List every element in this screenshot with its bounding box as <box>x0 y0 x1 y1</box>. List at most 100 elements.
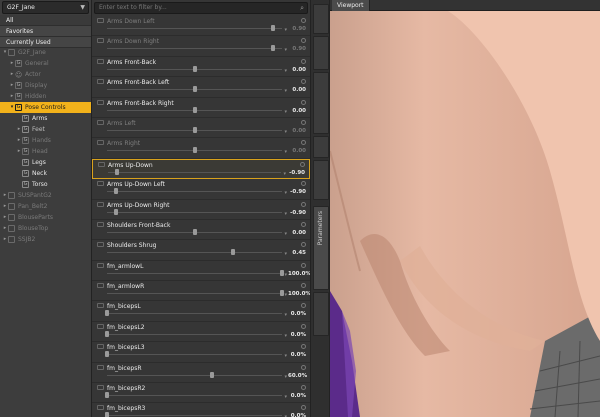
parameter-select-icon[interactable] <box>97 364 104 370</box>
parameter-slider-handle[interactable] <box>105 310 109 317</box>
parameter-slider-handle[interactable] <box>231 249 235 256</box>
parameter-slider-handle[interactable] <box>192 86 197 93</box>
parameter-settings-icon[interactable] <box>301 18 306 23</box>
parameter-select-icon[interactable] <box>97 323 104 329</box>
parameter-settings-icon[interactable] <box>301 242 306 248</box>
parameter-value-field[interactable]: 0.00 <box>288 127 306 135</box>
parameter-row[interactable]: Arms Up-Down Left ▾ -0.90 <box>92 179 310 200</box>
tab-parameters[interactable]: Parameters <box>313 206 329 290</box>
parameter-settings-icon[interactable] <box>301 38 306 44</box>
parameter-slider-handle[interactable] <box>192 147 197 154</box>
parameter-value-field[interactable]: 100.0% <box>288 290 311 298</box>
parameter-settings-icon[interactable] <box>301 140 306 146</box>
parameter-settings-icon[interactable] <box>300 161 305 167</box>
tree-node[interactable]: ▸ SSJB2 <box>0 234 91 245</box>
parameter-slider-handle[interactable] <box>192 65 197 72</box>
parameter-settings-icon[interactable] <box>301 405 306 411</box>
parameter-select-icon[interactable] <box>98 161 105 167</box>
parameter-settings-icon[interactable] <box>301 58 306 64</box>
tree-node[interactable]: ▸ G General <box>0 58 91 69</box>
parameter-value-field[interactable]: 0.0% <box>288 392 306 400</box>
chevron-down-icon[interactable]: ▾ <box>284 292 287 298</box>
parameter-row[interactable]: Shoulders Front-Back ▾ 0.00 <box>92 220 310 241</box>
chevron-down-icon[interactable]: ▾ <box>284 374 287 380</box>
chevron-down-icon[interactable]: ▾ <box>284 88 287 94</box>
parameter-value-field[interactable]: 0.0% <box>288 310 306 318</box>
chevron-down-icon[interactable]: ▾ <box>284 27 287 33</box>
tree-node[interactable]: ▸ BlouseTop <box>0 223 91 234</box>
tree-node[interactable]: ▸ G Feet <box>0 124 91 135</box>
parameter-select-icon[interactable] <box>97 262 104 268</box>
parameter-settings-icon[interactable] <box>301 79 306 85</box>
parameter-row[interactable]: fm_bicepsR3▾0.0% <box>92 403 310 417</box>
tree-node[interactable]: ▸ G Head <box>0 146 91 157</box>
parameter-settings-icon[interactable] <box>301 181 306 187</box>
parameter-slider-handle[interactable] <box>192 126 197 133</box>
parameter-settings-icon[interactable] <box>301 119 306 125</box>
tree-node[interactable]: G Neck <box>0 168 91 179</box>
parameter-row[interactable]: fm_bicepsL ▾ 0.0% <box>92 301 310 322</box>
chevron-down-icon[interactable]: ▾ <box>284 394 287 400</box>
parameter-slider-handle[interactable] <box>113 208 118 215</box>
parameter-slider-track[interactable] <box>107 333 282 335</box>
parameter-row[interactable]: fm_armlowL ▾ 100.0% <box>92 261 311 282</box>
tree-node[interactable]: G Arms <box>0 113 91 124</box>
parameter-select-icon[interactable] <box>97 99 104 105</box>
tree-node[interactable]: ▸ ☺ Actor <box>0 69 91 80</box>
chevron-down-icon[interactable]: ▾ <box>284 109 287 115</box>
parameter-value-field[interactable]: 0.00 <box>288 66 306 74</box>
parameter-slider-handle[interactable] <box>105 330 109 337</box>
parameter-slider-track[interactable] <box>107 313 282 315</box>
parameter-row[interactable]: Arms Down Left ▾ 0.90 <box>92 16 310 37</box>
parameter-slider-track[interactable] <box>107 28 282 29</box>
figure-selector[interactable]: G2F_Jane ▼ <box>2 1 89 14</box>
parameter-value-field[interactable]: 0.00 <box>288 107 306 115</box>
chevron-down-icon[interactable]: ▾ <box>284 68 287 74</box>
parameter-settings-icon[interactable] <box>301 221 306 227</box>
parameter-slider-handle[interactable] <box>113 188 118 195</box>
chevron-down-icon[interactable]: ▾ <box>284 190 287 196</box>
chevron-down-icon[interactable]: ▾ <box>284 149 287 155</box>
parameter-slider-track[interactable] <box>107 211 282 213</box>
parameter-select-icon[interactable] <box>97 405 104 411</box>
parameter-select-icon[interactable] <box>97 181 104 187</box>
parameter-settings-icon[interactable] <box>301 385 306 391</box>
viewport[interactable]: Viewport <box>330 0 600 417</box>
tree-node[interactable]: ▸ SUSPantG2 <box>0 190 91 201</box>
chevron-down-icon[interactable]: ▾ <box>284 353 287 359</box>
parameter-row[interactable]: Arms Left ▾ 0.00 <box>92 118 310 139</box>
parameter-slider-track[interactable] <box>107 293 282 295</box>
tree-node[interactable]: ▸ BlouseParts <box>0 212 91 223</box>
parameter-slider-handle[interactable] <box>271 25 276 31</box>
parameter-slider-handle[interactable] <box>192 106 197 113</box>
parameter-select-icon[interactable] <box>97 344 104 350</box>
tree-node[interactable]: ▸ Pan_Belt2 <box>0 201 91 212</box>
parameter-slider-track[interactable] <box>107 415 282 417</box>
parameter-slider-track[interactable] <box>107 374 282 376</box>
parameter-select-icon[interactable] <box>97 79 104 85</box>
parameter-value-field[interactable]: 0.0% <box>288 331 306 339</box>
parameter-select-icon[interactable] <box>97 18 104 23</box>
parameter-select-icon[interactable] <box>97 283 104 289</box>
tree-node[interactable]: ▾ G Pose Controls <box>0 102 91 113</box>
category-all[interactable]: All <box>0 15 91 26</box>
chevron-down-icon[interactable]: ▾ <box>284 312 287 318</box>
side-tab[interactable] <box>313 160 329 200</box>
parameter-slider-handle[interactable] <box>105 392 109 399</box>
parameter-slider-handle[interactable] <box>192 228 197 235</box>
side-tab[interactable] <box>313 136 329 158</box>
parameter-row[interactable]: Arms Up-Down ▾ -0.90 <box>92 158 310 180</box>
tree-node[interactable]: ▸ G Display <box>0 80 91 91</box>
parameter-value-field[interactable]: 0.00 <box>288 229 306 237</box>
parameter-select-icon[interactable] <box>97 303 104 309</box>
parameter-row[interactable]: Arms Up-Down Right ▾ -0.90 <box>92 200 310 220</box>
viewport-render[interactable] <box>330 11 600 417</box>
tree-node[interactable]: ▾ G2F_Jane <box>0 47 91 58</box>
parameter-row[interactable]: Shoulders Shrug ▾ 0.45 <box>92 240 310 261</box>
viewport-title[interactable]: Viewport <box>332 0 370 11</box>
parameter-slider-handle[interactable] <box>271 45 276 52</box>
parameter-select-icon[interactable] <box>97 221 104 227</box>
parameter-select-icon[interactable] <box>97 38 104 44</box>
parameter-row[interactable]: Arms Front-Back Right ▾ 0.00 <box>92 98 310 118</box>
parameter-value-field[interactable]: 100.0% <box>288 270 311 278</box>
